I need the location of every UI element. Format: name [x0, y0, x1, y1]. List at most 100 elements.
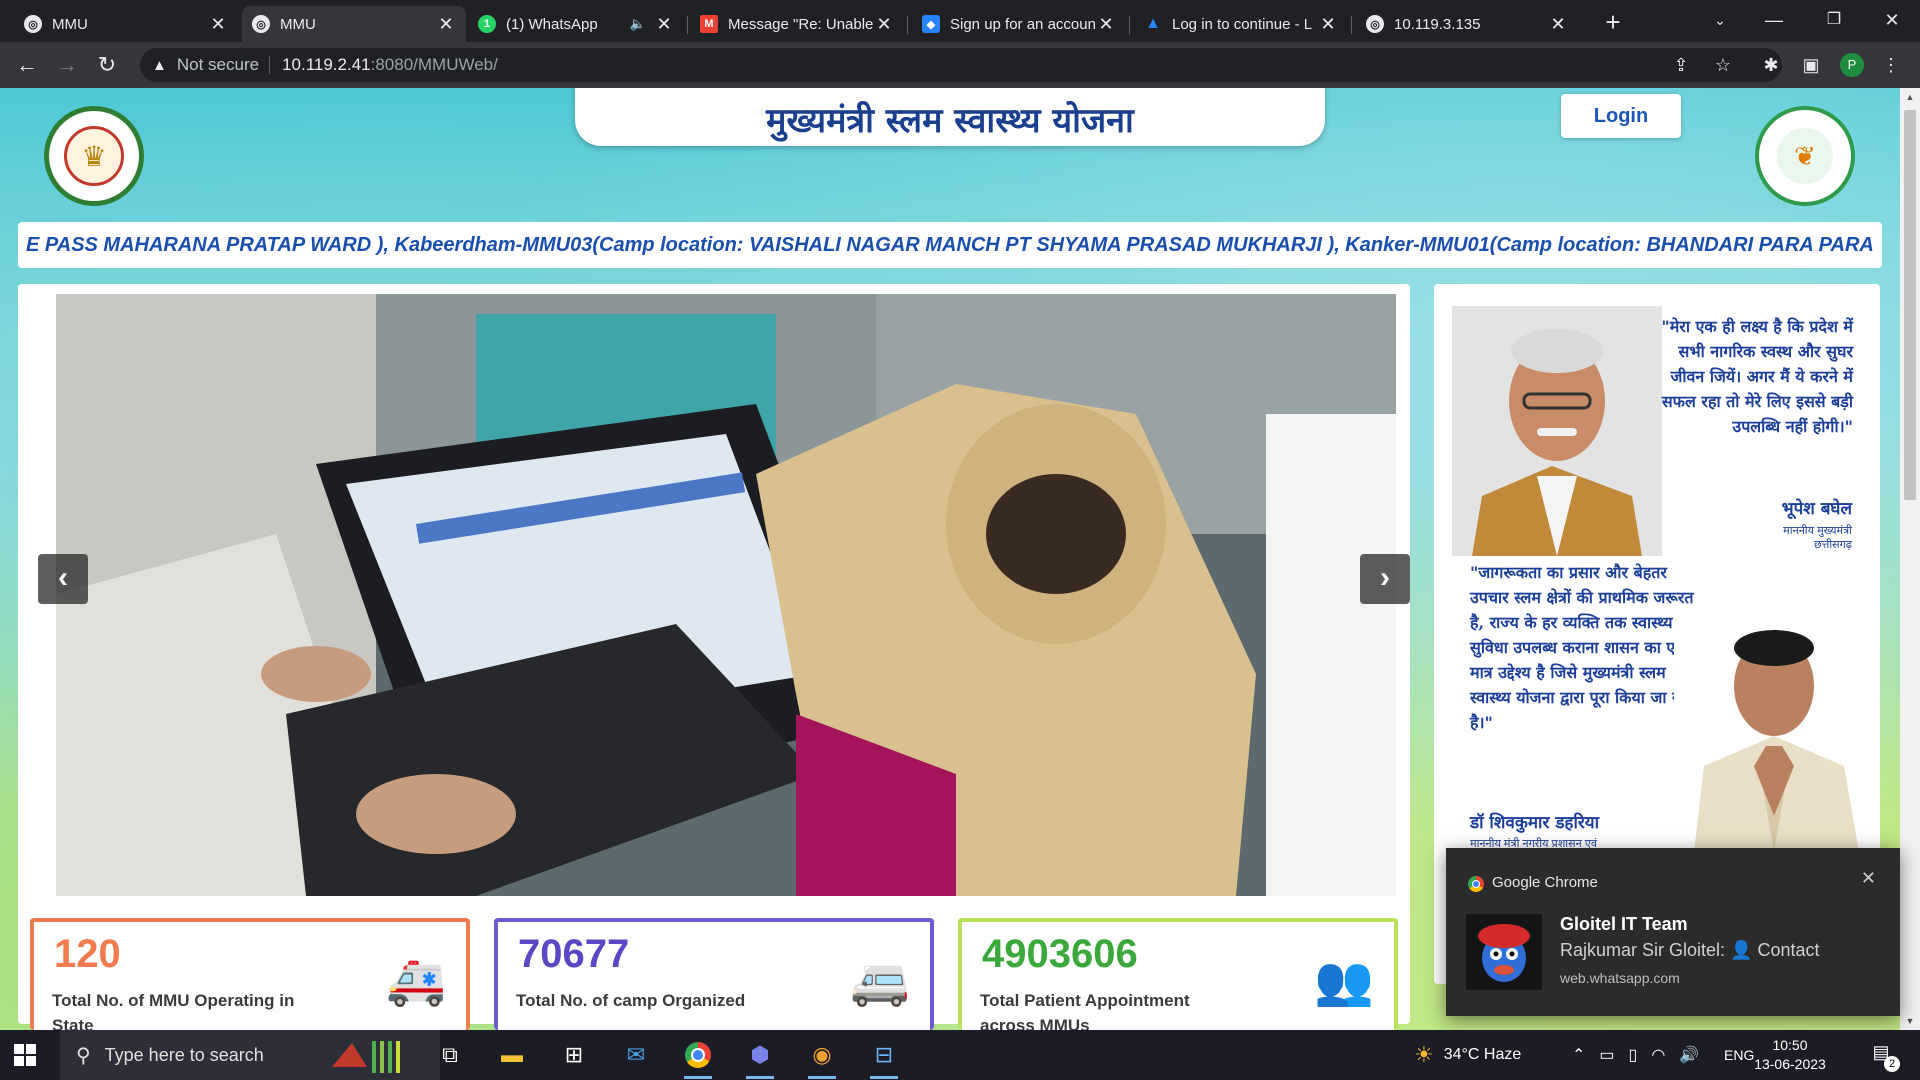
globe-icon: ◎ [24, 15, 42, 33]
users-icon: 👥 [1314, 955, 1374, 1008]
close-notification-icon[interactable]: ✕ [1861, 868, 1876, 889]
tab-mmu-2[interactable]: ◎ MMU ✕ [242, 6, 466, 42]
ticker-text: E PASS MAHARANA PRATAP WARD ), Kabeerdha… [26, 234, 1874, 256]
address-divider [269, 56, 271, 74]
file-explorer-icon[interactable]: ▬ [488, 1037, 536, 1073]
warning-icon[interactable]: ▲ [152, 57, 167, 74]
scheme-title-banner: मुख्यमंत्री स्लम स्वास्थ्य योजना [575, 88, 1325, 146]
reload-button[interactable]: ↻ [92, 50, 122, 80]
chrome-taskbar-icon[interactable] [674, 1037, 722, 1079]
stat-label: Total Patient Appointment across MMUs [980, 991, 1190, 1030]
ashoka-emblem-icon: ♛ [64, 126, 124, 186]
chief-minister-quote: "मेरा एक ही लक्ष्य है कि प्रदेश में सभी … [1661, 317, 1853, 436]
scroll-down-arrow-icon[interactable]: ▼ [1900, 1016, 1920, 1026]
mail-icon[interactable]: ✉ [612, 1037, 660, 1073]
windows-taskbar: ⚲ Type here to search ⧉ ▬ ⊞ ✉ ⬢ ◉ ⊟ ☀ 34… [0, 1030, 1920, 1080]
close-tab-icon[interactable]: ✕ [1096, 14, 1116, 35]
stat-card-camps: 70677 Total No. of camp Organized 🚐 [494, 918, 934, 1030]
address-bar[interactable]: ▲ Not secure 10.119.2.41 :8080/MMUWeb/ [140, 48, 1782, 82]
url-path: :8080/MMUWeb/ [370, 55, 498, 74]
chhattisgarh-emblem-logo: ♛ [44, 106, 144, 206]
hands-care-icon: ❦ [1777, 128, 1833, 184]
login-button[interactable]: Login [1561, 94, 1681, 138]
notification-center-icon[interactable]: ▤ 2 [1866, 1042, 1900, 1072]
medical-van-icon: 🚐 [850, 955, 910, 1008]
tab-gmail[interactable]: M Message "Re: Unable ✕ [690, 6, 904, 42]
minister-name: डॉ शिवकुमार डहरिया [1470, 813, 1600, 833]
chevron-up-icon[interactable]: ⌃ [1572, 1045, 1585, 1065]
tab-whatsapp[interactable]: 1 (1) WhatsApp 🔈 ✕ [468, 6, 684, 42]
menu-kebab-icon[interactable]: ⋮ [1876, 50, 1906, 80]
carousel-prev-button[interactable]: ‹ [38, 554, 88, 604]
photo-carousel: ‹ › [18, 284, 1410, 1024]
tab-search-chevron-icon[interactable]: ⌄ [1692, 0, 1748, 42]
carousel-next-button[interactable]: › [1360, 554, 1410, 604]
tab-login[interactable]: ▲ Log in to continue - L ✕ [1134, 6, 1348, 42]
minister-portrait [1674, 616, 1874, 852]
stat-value: 120 [54, 932, 121, 976]
search-highlight-image[interactable] [322, 1037, 412, 1073]
search-placeholder: Type here to search [104, 1044, 264, 1065]
tab-signup[interactable]: ◆ Sign up for an accoun ✕ [912, 6, 1126, 42]
bookmark-star-icon[interactable]: ☆ [1708, 50, 1738, 80]
chrome-notification-toast[interactable]: Google Chrome ✕ Gloitel IT Team Rajkumar… [1446, 848, 1900, 1016]
stat-label: Total No. of camp Organized [516, 991, 746, 1010]
close-tab-icon[interactable]: ✕ [208, 14, 228, 35]
ambulance-icon: 🚑 [386, 955, 446, 1008]
scrollbar-thumb[interactable] [1904, 110, 1916, 500]
volume-icon[interactable]: 🔊 [1679, 1045, 1699, 1065]
wifi-icon[interactable]: ◠ [1651, 1045, 1665, 1065]
side-panel-icon[interactable]: ▣ [1796, 50, 1826, 80]
title-line: माननीय मुख्यमंत्री [1783, 525, 1852, 537]
profile-avatar[interactable]: P [1840, 53, 1864, 77]
chrome-icon [1468, 876, 1484, 892]
extensions-puzzle-icon[interactable]: ✱ [1756, 50, 1786, 80]
globe-icon: ◎ [1366, 15, 1384, 33]
haze-sun-icon: ☀ [1414, 1042, 1434, 1067]
share-icon[interactable]: ⇪ [1666, 50, 1696, 80]
network-app-icon[interactable]: ⊟ [860, 1037, 908, 1079]
close-tab-icon[interactable]: ✕ [436, 14, 456, 35]
stat-value: 4903606 [982, 932, 1138, 976]
url-host: 10.119.2.41 [282, 55, 371, 74]
battery-icon[interactable]: ▯ [1629, 1045, 1638, 1065]
camp-location-ticker: E PASS MAHARANA PRATAP WARD ), Kabeerdha… [18, 222, 1882, 268]
chief-minister-name: भूपेश बघेल [1781, 499, 1852, 519]
forward-button[interactable]: → [52, 50, 82, 80]
taskbar-clock[interactable]: 10:50 13-06-2023 [1750, 1036, 1830, 1074]
tab-ip[interactable]: ◎ 10.119.3.135 ✕ [1356, 6, 1578, 42]
teams-icon[interactable]: ⬢ [736, 1037, 784, 1079]
tab-separator [1129, 16, 1130, 34]
new-tab-button[interactable]: + [1598, 8, 1628, 38]
close-tab-icon[interactable]: ✕ [654, 14, 674, 35]
tab-mmu-1[interactable]: ◎ MMU ✕ [14, 6, 238, 42]
close-tab-icon[interactable]: ✕ [874, 14, 894, 35]
notification-message: Rajkumar Sir Gloitel: 👤 Contact [1560, 940, 1820, 960]
task-view-icon[interactable]: ⧉ [426, 1037, 474, 1073]
restore-button[interactable]: ❐ [1806, 0, 1862, 42]
sender-avatar [1466, 914, 1542, 990]
globe-icon: ◎ [252, 15, 270, 33]
close-tab-icon[interactable]: ✕ [1318, 14, 1338, 35]
close-window-button[interactable]: ✕ [1864, 0, 1920, 42]
stat-card-patients: 4903606 Total Patient Appointment across… [958, 918, 1398, 1030]
security-label: Not secure [176, 55, 260, 74]
whatsapp-icon: 1 [478, 15, 496, 33]
gmail-icon: M [700, 15, 718, 33]
minister-quote: "जागरूकता का प्रसार और बेहतर उपचार स्लम … [1470, 563, 1694, 732]
display-icon[interactable]: ▭ [1599, 1045, 1614, 1065]
minimize-button[interactable]: — [1746, 0, 1802, 42]
close-tab-icon[interactable]: ✕ [1548, 14, 1568, 35]
notification-sender: Gloitel IT Team [1560, 914, 1688, 934]
chief-minister-portrait [1452, 306, 1662, 556]
windows-start-icon[interactable] [14, 1044, 36, 1066]
page-scrollbar[interactable]: ▲ ▼ [1900, 88, 1920, 1030]
microsoft-store-icon[interactable]: ⊞ [550, 1037, 598, 1073]
back-button[interactable]: ← [12, 50, 42, 80]
clock-time: 10:50 [1772, 1037, 1808, 1053]
scroll-up-arrow-icon[interactable]: ▲ [1900, 92, 1920, 102]
health-camp-photo [56, 294, 1396, 896]
app-circle-icon[interactable]: ◉ [798, 1037, 846, 1079]
weather-widget[interactable]: ☀ 34°C Haze [1414, 1030, 1521, 1080]
speaker-muted-icon[interactable]: 🔈 [630, 16, 646, 32]
